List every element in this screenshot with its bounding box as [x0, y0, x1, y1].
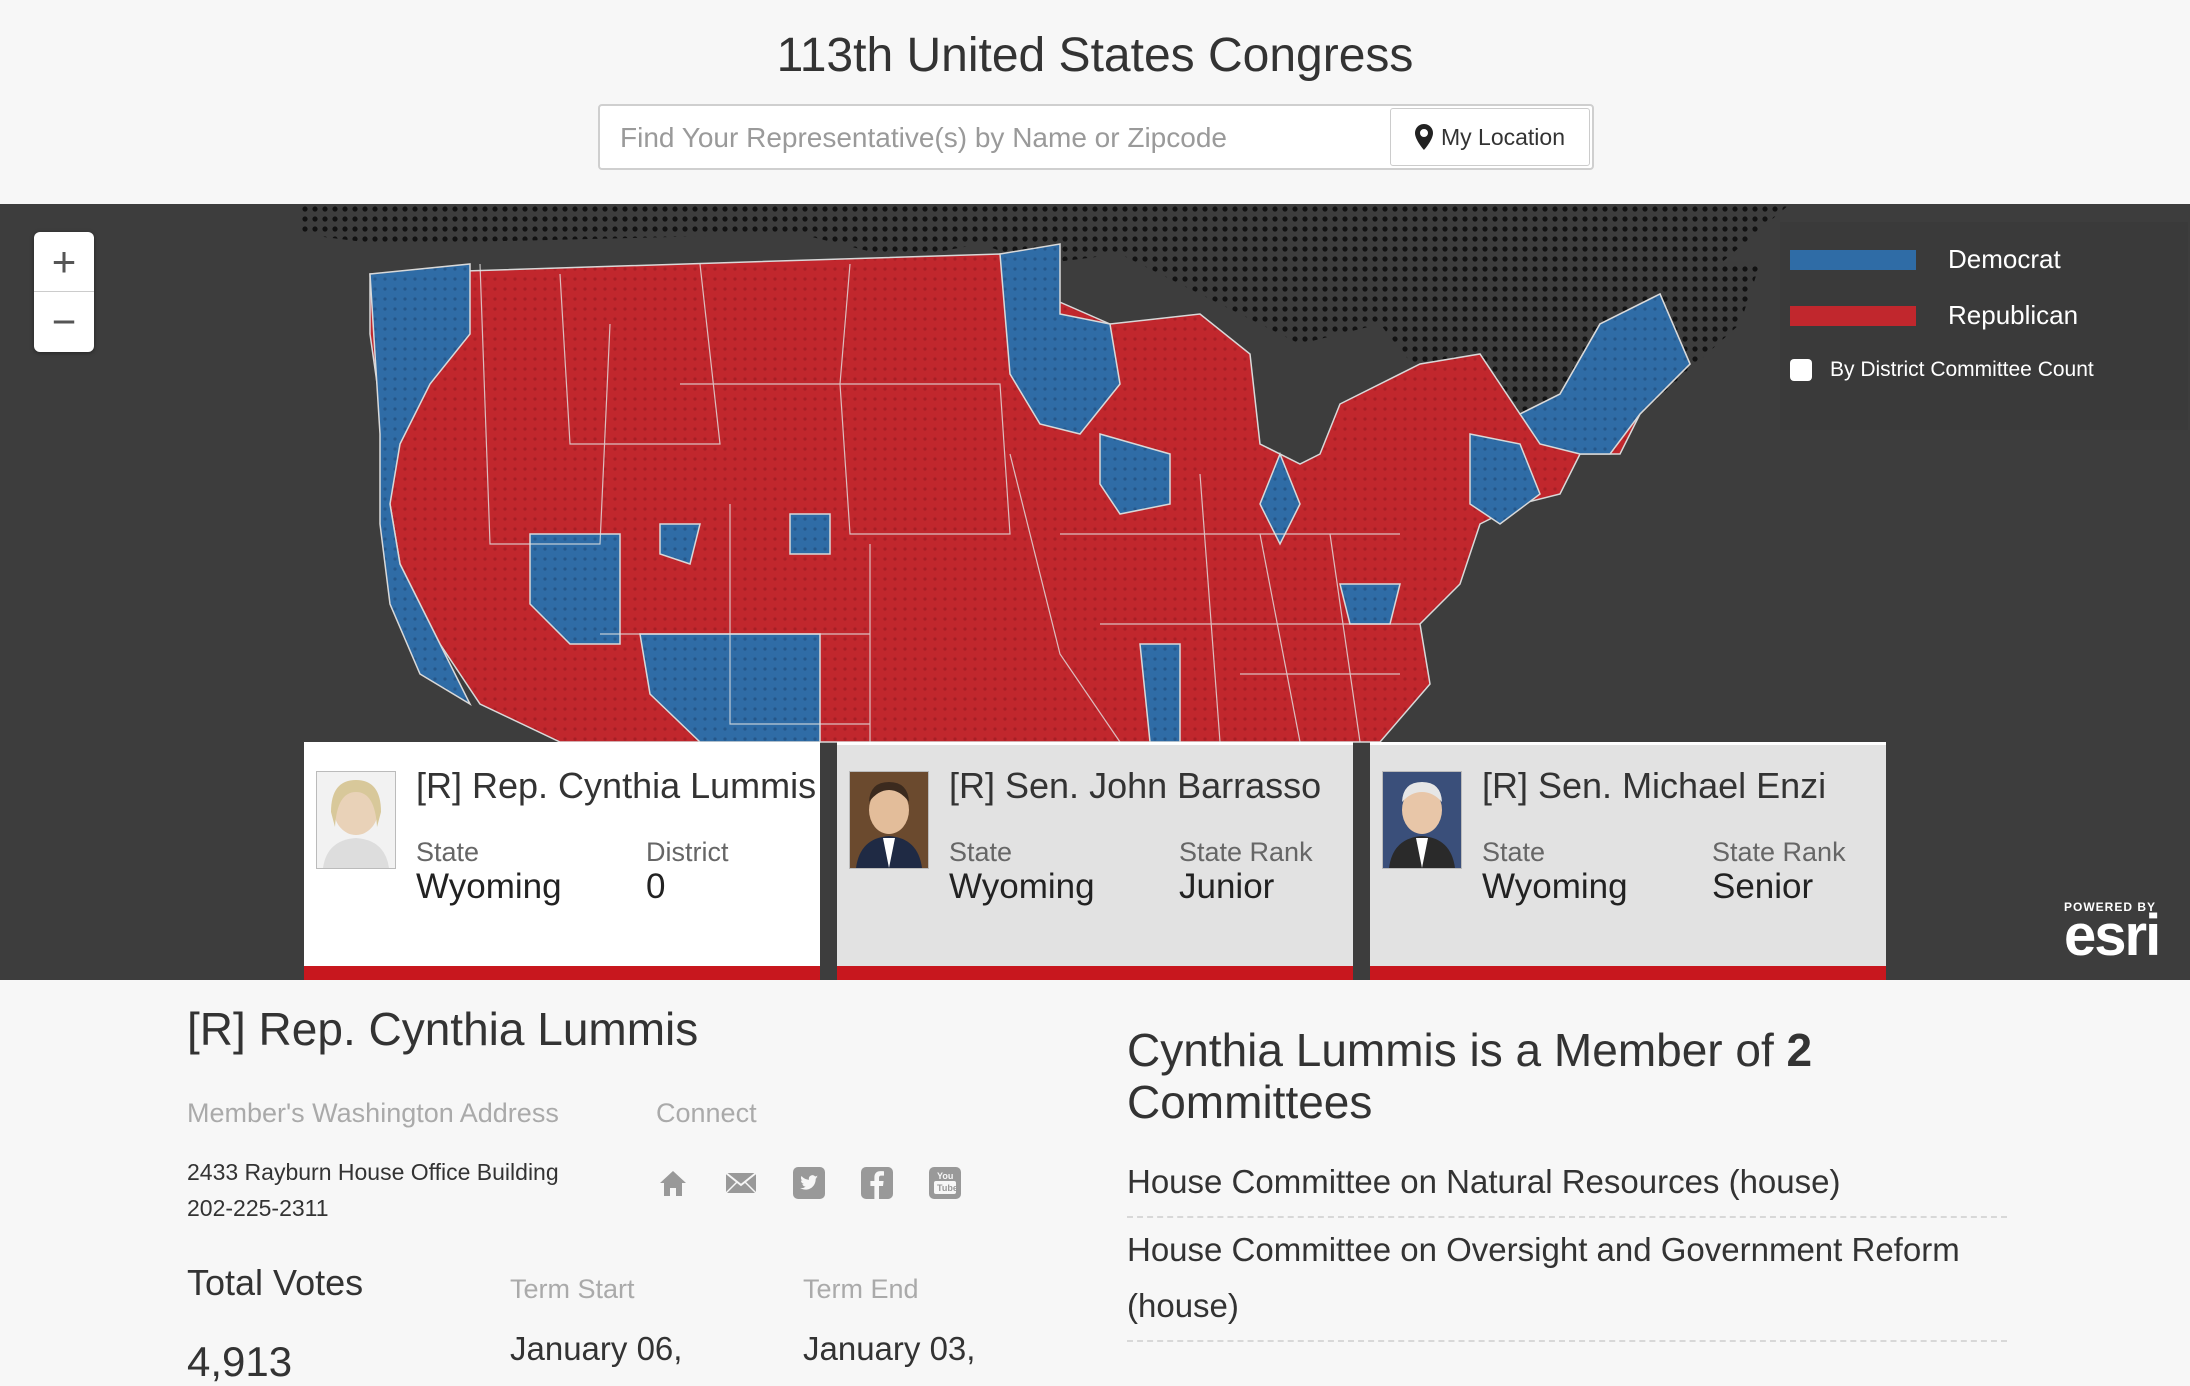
my-location-label: My Location: [1440, 123, 1565, 150]
card-state-label: State: [416, 837, 480, 867]
committees-heading: Cynthia Lummis is a Member of 2 Committe…: [1127, 1024, 1847, 1128]
address-line: 2433 Rayburn House Office Building: [187, 1159, 559, 1185]
facebook-icon[interactable]: [860, 1166, 894, 1200]
card-state-value: Wyoming: [416, 867, 562, 906]
avatar: [849, 771, 929, 869]
member-name: [R] Rep. Cynthia Lummis: [187, 1003, 699, 1055]
committees-heading-suffix: Committees: [1127, 1076, 1373, 1128]
congress-map[interactable]: + − Democrat Republican By District Comm…: [0, 204, 2190, 980]
zoom-out-button[interactable]: −: [34, 292, 94, 351]
card-state-label: State: [1482, 837, 1546, 867]
map-legend: Democrat Republican By District Committe…: [1780, 222, 2188, 430]
header: 113th United States Congress My Location: [0, 0, 2190, 204]
card-rank-value: Junior: [1179, 867, 1275, 906]
committee-count-label: By District Committee Count: [1830, 358, 2094, 381]
card-name: [R] Sen. John Barrasso: [949, 765, 1322, 806]
connect-label: Connect: [656, 1098, 757, 1128]
esri-wordmark: esri: [2064, 903, 2161, 968]
term-end-label: Term End: [803, 1274, 919, 1304]
card-name: [R] Rep. Cynthia Lummis: [416, 765, 817, 806]
search-input[interactable]: [618, 116, 1362, 160]
zoom-in-button[interactable]: +: [34, 232, 94, 292]
card-rank-value: Senior: [1712, 867, 1814, 906]
avatar: [316, 771, 396, 869]
total-votes-label: Total Votes: [187, 1262, 364, 1303]
term-end-value: January 03,: [803, 1330, 976, 1367]
card-state-label: State: [949, 837, 1013, 867]
zoom-control: + −: [34, 232, 94, 352]
legend-republican: Republican: [1948, 300, 2079, 330]
search-bar: My Location: [598, 104, 1594, 170]
connect-icons: You Tube: [656, 1166, 962, 1200]
committees-heading-prefix: Cynthia Lummis is a Member of: [1127, 1024, 1774, 1076]
member-detail: [R] Rep. Cynthia Lummis Member's Washing…: [0, 980, 2190, 1385]
svg-text:Tube: Tube: [937, 1183, 958, 1193]
committee-list: House Committee on Natural Resources (ho…: [1127, 1154, 2007, 1346]
twitter-icon[interactable]: [792, 1166, 826, 1200]
total-votes-value: 4,913: [187, 1338, 293, 1385]
address-block: 2433 Rayburn House Office Building 202-2…: [187, 1154, 559, 1226]
term-start-value: January 06,: [510, 1330, 683, 1367]
rep-card-lummis[interactable]: [R] Rep. Cynthia Lummis State Wyoming Di…: [304, 742, 820, 980]
party-bar: [304, 966, 820, 980]
card-rank-label: State Rank: [1712, 837, 1846, 867]
term-start-label: Term Start: [510, 1274, 635, 1304]
legend-democrat: Democrat: [1948, 244, 2061, 274]
my-location-button[interactable]: My Location: [1390, 108, 1590, 166]
page-title: 113th United States Congress: [776, 29, 1414, 82]
mail-icon[interactable]: [724, 1166, 758, 1200]
committee-item[interactable]: House Committee on Oversight and Governm…: [1127, 1222, 2007, 1342]
committee-count-checkbox[interactable]: [1790, 359, 1812, 381]
address-label: Member's Washington Address: [187, 1098, 559, 1128]
republican-swatch: [1790, 305, 1916, 326]
card-name: [R] Sen. Michael Enzi: [1482, 765, 1827, 806]
phone-number: 202-225-2311: [187, 1195, 329, 1221]
card-district-label: District: [646, 837, 729, 867]
card-state-value: Wyoming: [1482, 867, 1628, 906]
card-district-value: 0: [646, 867, 666, 906]
esri-logo[interactable]: POWERED BY esri: [2064, 900, 2161, 968]
youtube-icon[interactable]: You Tube: [928, 1166, 962, 1200]
rep-card-barrasso[interactable]: [R] Sen. John Barrasso State Wyoming Sta…: [837, 742, 1353, 980]
map-marker-icon: [1414, 124, 1433, 150]
party-bar: [837, 966, 1353, 980]
avatar: [1382, 771, 1462, 869]
democrat-swatch: [1790, 249, 1916, 270]
committee-count: 2: [1786, 1024, 1813, 1076]
card-state-value: Wyoming: [949, 867, 1095, 906]
svg-text:You: You: [937, 1171, 953, 1181]
rep-card-enzi[interactable]: [R] Sen. Michael Enzi State Wyoming Stat…: [1370, 742, 1886, 980]
party-bar: [1370, 966, 1886, 980]
card-rank-label: State Rank: [1179, 837, 1313, 867]
home-icon[interactable]: [656, 1166, 690, 1200]
committee-item[interactable]: House Committee on Natural Resources (ho…: [1127, 1154, 2007, 1218]
